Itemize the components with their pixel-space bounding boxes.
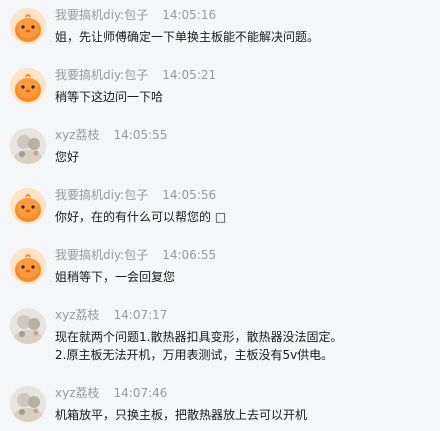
customer-avatar[interactable]	[10, 308, 46, 344]
message-line: 2.原主板无法开机，万用表测试，主板没有5v供电。	[55, 348, 334, 362]
message-time: 14:05:55	[113, 128, 168, 142]
message-text[interactable]: 您好	[55, 148, 425, 166]
message-text[interactable]: 你好，在的有什么可以帮您的 □	[55, 208, 425, 226]
chick-avatar[interactable]	[10, 8, 46, 44]
message-line: 您好	[55, 150, 80, 164]
message-line: 姐，先让师傅确定一下单换主板能不能解决问题。	[55, 30, 320, 44]
sender-name: xyz荔枝	[55, 386, 100, 400]
sender-name: 我要搞机diy:包子	[55, 188, 149, 202]
sender-name: 我要搞机diy:包子	[55, 248, 149, 262]
message-meta: xyz荔枝 14:05:55	[55, 128, 167, 142]
message-line: 稍等下这边问一下哈	[55, 90, 164, 104]
message-time: 14:07:17	[113, 308, 168, 322]
customer-avatar[interactable]	[10, 386, 46, 422]
chick-avatar[interactable]	[10, 188, 46, 224]
customer-avatar[interactable]	[10, 128, 46, 164]
message-line: 你好，在的有什么可以帮您的 □	[55, 210, 227, 224]
message-time: 14:05:21	[162, 68, 217, 82]
message-time: 14:05:56	[162, 188, 217, 202]
message-line: 姐稍等下，一会回复您	[55, 270, 176, 284]
message-text[interactable]: 姐，先让师傅确定一下单换主板能不能解决问题。	[55, 28, 425, 46]
message-text[interactable]: 稍等下这边问一下哈	[55, 88, 425, 106]
message-meta: 我要搞机diy:包子 14:05:56	[55, 188, 216, 202]
message-meta: 我要搞机diy:包子 14:05:16	[55, 8, 216, 22]
chat-message-list[interactable]: 我要搞机diy:包子 14:05:16 姐，先让师傅确定一下单换主板能不能解决问题…	[0, 0, 440, 431]
message-text[interactable]: 姐稍等下，一会回复您	[55, 268, 425, 286]
sender-name: xyz荔枝	[55, 128, 100, 142]
sender-name: xyz荔枝	[55, 308, 100, 322]
chick-avatar[interactable]	[10, 248, 46, 284]
message-text[interactable]: 现在就两个问题1.散热器扣具变形，散热器没法固定。 2.原主板无法开机，万用表测…	[55, 328, 425, 364]
sender-name: 我要搞机diy:包子	[55, 68, 149, 82]
message-text[interactable]: 机箱放平，只换主板，把散热器放上去可以开机	[55, 406, 425, 424]
message-line: 机箱放平，只换主板，把散热器放上去可以开机	[55, 408, 308, 422]
chick-avatar[interactable]	[10, 68, 46, 104]
sender-name: 我要搞机diy:包子	[55, 8, 149, 22]
message-time: 14:05:16	[162, 8, 217, 22]
message-meta: xyz荔枝 14:07:17	[55, 308, 167, 322]
message-time: 14:07:46	[113, 386, 168, 400]
message-meta: xyz荔枝 14:07:46	[55, 386, 167, 400]
message-line: 现在就两个问题1.散热器扣具变形，散热器没法固定。	[55, 330, 343, 344]
message-time: 14:06:55	[162, 248, 217, 262]
message-meta: 我要搞机diy:包子 14:06:55	[55, 248, 216, 262]
message-meta: 我要搞机diy:包子 14:05:21	[55, 68, 216, 82]
